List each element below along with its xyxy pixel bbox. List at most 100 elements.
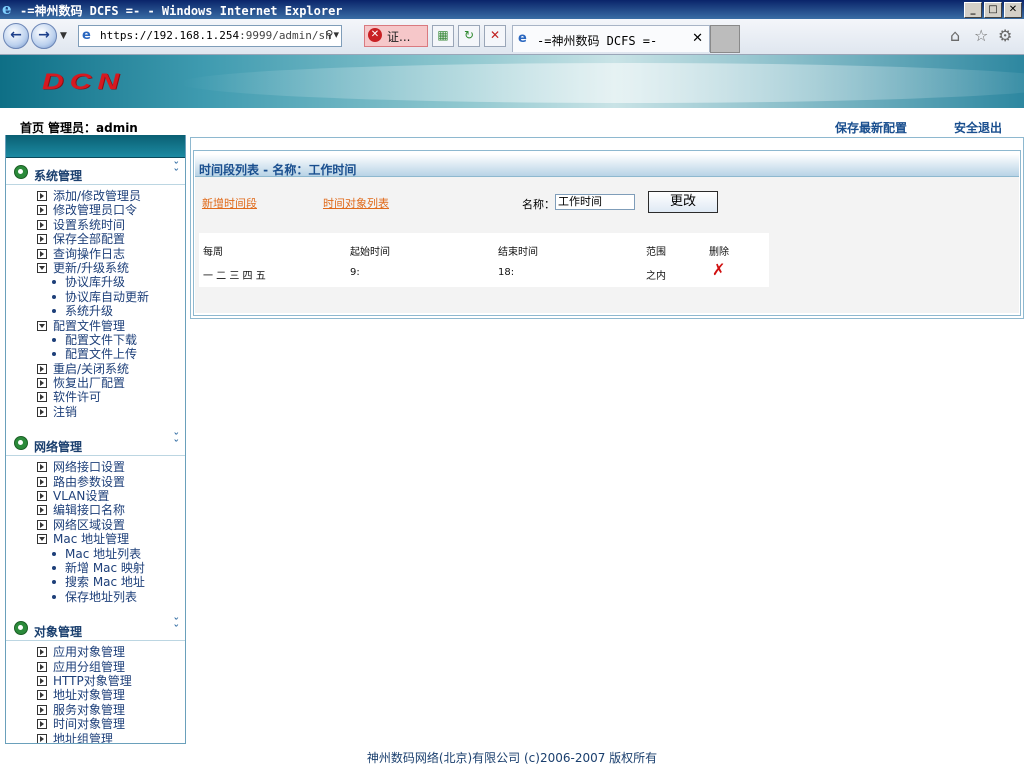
sidebar-item[interactable]: 应用对象管理	[6, 645, 185, 659]
collapsed-box-icon[interactable]	[37, 719, 47, 730]
collapsed-box-icon[interactable]	[37, 647, 47, 658]
browser-tab[interactable]: e -=神州数码 DCFS =- ✕	[512, 25, 710, 52]
sidebar-item-label: 恢复出厂配置	[53, 376, 126, 391]
change-button[interactable]: 更改	[648, 191, 718, 213]
sidebar-item[interactable]: 网络接口设置	[6, 460, 185, 474]
sidebar-item[interactable]: 配置文件管理	[6, 319, 185, 333]
stop-button[interactable]: ✕	[484, 25, 506, 47]
history-dropdown-icon[interactable]: ▼	[60, 31, 67, 41]
sidebar-subitem[interactable]: 配置文件下载	[6, 333, 185, 347]
collapsed-box-icon[interactable]	[37, 363, 47, 374]
tab-close-icon[interactable]: ✕	[692, 31, 703, 46]
sidebar-item[interactable]: 重启/关闭系统	[6, 362, 185, 376]
address-search-icon[interactable]: ⚲▾	[325, 28, 339, 41]
sidebar-item[interactable]: 时间对象管理	[6, 717, 185, 731]
collapsed-box-icon[interactable]	[37, 519, 47, 530]
sidebar-subitem[interactable]: 保存地址列表	[6, 590, 185, 604]
address-url[interactable]: https://192.168.1.254:9999/admin/show/	[100, 29, 332, 42]
sidebar-item[interactable]: 地址对象管理	[6, 688, 185, 702]
save-config-link[interactable]: 保存最新配置	[835, 119, 907, 136]
sidebar-subitem[interactable]: 系统升级	[6, 304, 185, 318]
sidebar-item[interactable]: 恢复出厂配置	[6, 376, 185, 390]
collapse-chevron-icon[interactable]: ˇˇ	[174, 161, 180, 179]
sidebar-item[interactable]: 设置系统时间	[6, 218, 185, 232]
collapse-chevron-icon[interactable]: ˇˇ	[174, 617, 180, 635]
sidebar-item[interactable]: 网络区域设置	[6, 518, 185, 532]
sidebar-subitem-label: Mac 地址列表	[65, 546, 142, 561]
sidebar-item[interactable]: 服务对象管理	[6, 703, 185, 717]
collapsed-box-icon[interactable]	[37, 191, 47, 201]
collapsed-box-icon[interactable]	[37, 661, 47, 672]
sidebar-item[interactable]: 路由参数设置	[6, 475, 185, 489]
close-window-button[interactable]: ✕	[1004, 2, 1022, 18]
expanded-box-icon[interactable]	[37, 320, 47, 331]
time-period-panel: 时间段列表 - 名称：工作时间 新增时间段 时间对象列表 名称： 工作时间 更改…	[190, 137, 1024, 319]
collapsed-box-icon[interactable]	[37, 675, 47, 686]
sidebar-item[interactable]: 地址组管理	[6, 732, 185, 743]
time-object-list-link[interactable]: 时间对象列表	[323, 195, 389, 211]
collapse-chevron-icon[interactable]: ˇˇ	[174, 432, 180, 450]
group-bullet-icon	[14, 436, 28, 451]
sidebar-item[interactable]: 添加/修改管理员	[6, 189, 185, 203]
minimize-button[interactable]: _	[964, 2, 982, 18]
sidebar-item[interactable]: 注销	[6, 405, 185, 419]
sidebar-item[interactable]: 修改管理员口令	[6, 203, 185, 217]
back-button[interactable]: ←	[3, 23, 29, 49]
sidebar-group-header[interactable]: 对象管理 ˇ ˇ	[6, 614, 185, 642]
sidebar-group-header[interactable]: 系统管理 ˇ ˇ	[6, 158, 185, 185]
sidebar-menu: 应用对象管理 应用分组管理 HTTP对象管理 地址对象管理 服务对象管理 时间对象管理 地址…	[6, 641, 185, 743]
sidebar-subitem[interactable]: 新增 Mac 映射	[6, 561, 185, 575]
sidebar-item[interactable]: 保存全部配置	[6, 232, 185, 246]
sidebar-item[interactable]: HTTP对象管理	[6, 674, 185, 688]
refresh-button[interactable]: ↻	[458, 25, 480, 47]
collapsed-box-icon[interactable]	[37, 491, 47, 502]
sidebar-item[interactable]: Mac 地址管理	[6, 532, 185, 546]
sidebar-item[interactable]: 编辑接口名称	[6, 503, 185, 517]
sidebar-subitem[interactable]: 配置文件上传	[6, 347, 185, 361]
sidebar-item[interactable]: 应用分组管理	[6, 660, 185, 674]
sidebar-group-header[interactable]: 网络管理 ˇ ˇ	[6, 429, 185, 457]
sidebar-subitem[interactable]: 搜索 Mac 地址	[6, 575, 185, 589]
collapsed-box-icon[interactable]	[37, 476, 47, 487]
sidebar-item[interactable]: VLAN设置	[6, 489, 185, 503]
sidebar-item-label: 软件许可	[53, 390, 102, 405]
tools-gear-icon[interactable]: ⚙	[998, 26, 1012, 45]
sidebar-item[interactable]: 软件许可	[6, 390, 185, 404]
bullet-dot-icon	[52, 565, 56, 570]
collapsed-box-icon[interactable]	[37, 219, 47, 230]
address-bar[interactable]: e https://192.168.1.254:9999/admin/show/…	[78, 25, 342, 47]
header-banner: DCN	[0, 55, 1024, 108]
favorites-star-icon[interactable]: ☆	[974, 26, 988, 45]
forward-button[interactable]: →	[31, 23, 57, 49]
sidebar-subitem-label: 协议库自动更新	[65, 289, 150, 304]
collapsed-box-icon[interactable]	[37, 234, 47, 245]
home-link[interactable]: 首页	[20, 119, 44, 136]
sidebar-subitem[interactable]: Mac 地址列表	[6, 547, 185, 561]
delete-icon[interactable]: ✗	[712, 262, 725, 278]
sidebar-subitem[interactable]: 协议库自动更新	[6, 290, 185, 304]
collapsed-box-icon[interactable]	[37, 248, 47, 259]
home-icon[interactable]: ⌂	[950, 26, 960, 45]
expanded-box-icon[interactable]	[37, 534, 47, 545]
sidebar-subitem[interactable]: 协议库升级	[6, 275, 185, 289]
collapsed-box-icon[interactable]	[37, 690, 47, 701]
compatibility-view-button[interactable]: ▦	[432, 25, 454, 47]
collapsed-box-icon[interactable]	[37, 392, 47, 403]
maximize-button[interactable]: □	[984, 2, 1002, 18]
collapsed-box-icon[interactable]	[37, 205, 47, 216]
name-input[interactable]: 工作时间	[555, 194, 635, 210]
expanded-box-icon[interactable]	[37, 262, 47, 273]
collapsed-box-icon[interactable]	[37, 733, 47, 743]
banner-swoosh	[180, 63, 1024, 103]
certificate-error-indicator[interactable]: ✕ 证...	[364, 25, 428, 47]
collapsed-box-icon[interactable]	[37, 462, 47, 473]
collapsed-box-icon[interactable]	[37, 505, 47, 516]
new-time-period-link[interactable]: 新增时间段	[202, 195, 257, 211]
collapsed-box-icon[interactable]	[37, 704, 47, 715]
collapsed-box-icon[interactable]	[37, 406, 47, 417]
sidebar-item[interactable]: 查询操作日志	[6, 247, 185, 261]
collapsed-box-icon[interactable]	[37, 378, 47, 389]
logout-link[interactable]: 安全退出	[954, 119, 1002, 136]
sidebar-item[interactable]: 更新/升级系统	[6, 261, 185, 275]
new-tab-button[interactable]	[710, 25, 740, 53]
